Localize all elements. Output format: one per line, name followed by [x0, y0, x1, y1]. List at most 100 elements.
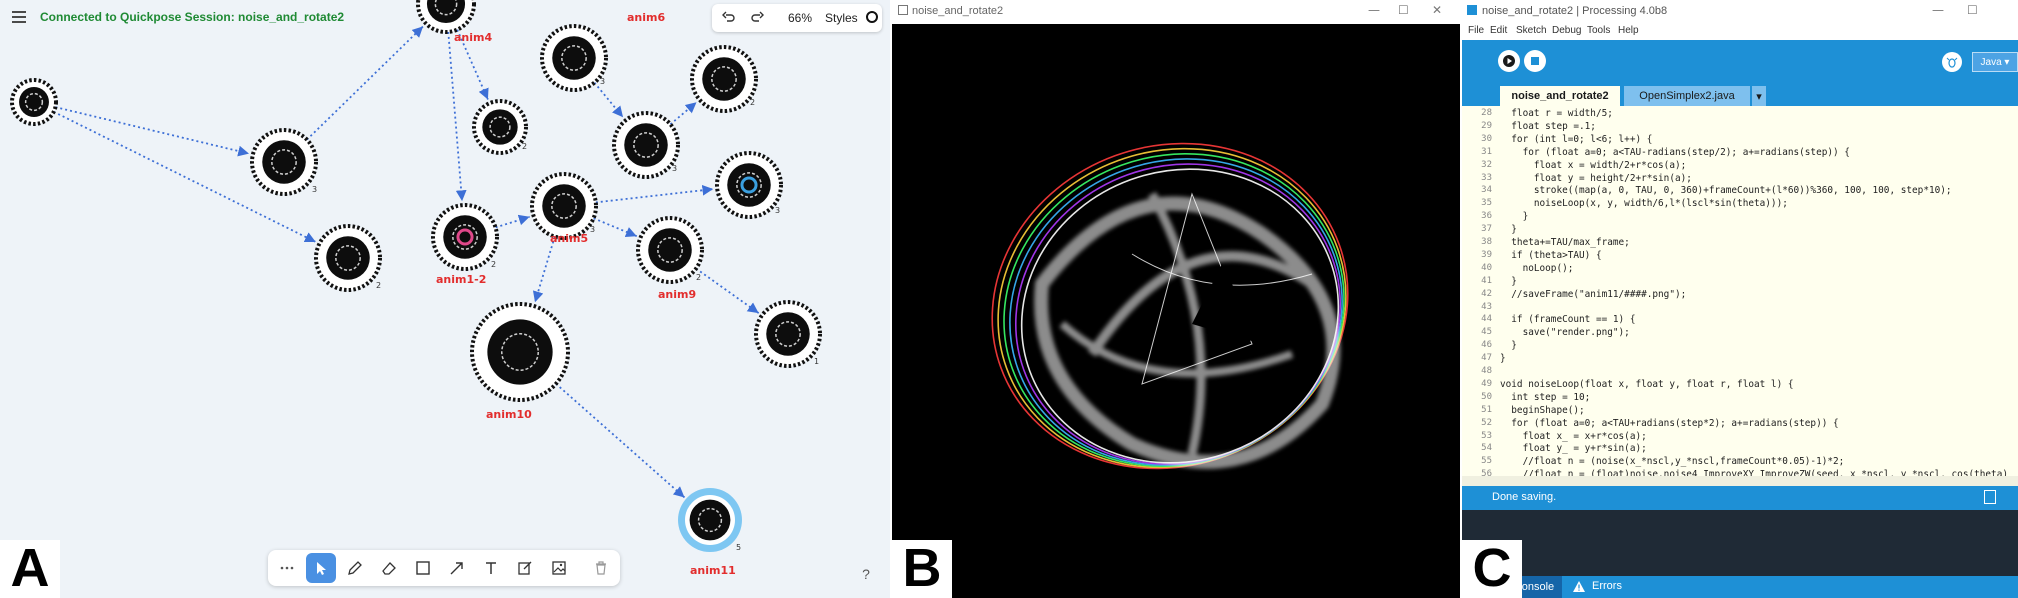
horizontal-scrollbar[interactable]	[1462, 476, 2018, 486]
code-line[interactable]: float y = height/2+r*sin(a);	[1500, 173, 1692, 184]
sketch-window-title: noise_and_rotate2	[912, 5, 1004, 17]
debugger-icon[interactable]	[1942, 52, 1962, 72]
code-line[interactable]: }	[1500, 276, 1517, 287]
code-line[interactable]: beginShape();	[1500, 405, 1584, 416]
code-line[interactable]: for (int l=0; l<6; l++) {	[1500, 134, 1652, 145]
graph-edge[interactable]	[532, 236, 556, 303]
version-node[interactable]	[10, 78, 58, 126]
undo-icon[interactable]	[722, 11, 736, 28]
arrow-icon[interactable]	[442, 553, 472, 583]
text-icon[interactable]	[476, 553, 506, 583]
graph-edge[interactable]	[669, 101, 698, 126]
version-node[interactable]	[416, 0, 476, 34]
zoom-level[interactable]: 66%	[788, 11, 812, 25]
graph-edge[interactable]	[55, 106, 250, 157]
mode-selector[interactable]: Java ▾	[1972, 52, 2018, 72]
version-node[interactable]	[431, 203, 499, 271]
version-node[interactable]	[715, 151, 783, 219]
trash-icon[interactable]	[586, 553, 616, 583]
node-count: 3	[600, 77, 605, 86]
menu-edit[interactable]: Edit	[1490, 25, 1507, 36]
rectangle-icon[interactable]	[408, 553, 438, 583]
code-area[interactable]: float r = width/5; float step =.1; for (…	[1462, 106, 2018, 480]
graph-edge[interactable]	[595, 184, 714, 204]
code-line[interactable]: save("render.png");	[1500, 327, 1630, 338]
code-line[interactable]: float y_ = y+r*sin(a);	[1500, 443, 1647, 454]
menu-tools[interactable]: Tools	[1587, 25, 1610, 36]
code-line[interactable]: theta+=TAU/max_frame;	[1500, 237, 1630, 248]
code-line[interactable]: }	[1500, 353, 1506, 364]
edit-note-icon[interactable]	[510, 553, 540, 583]
clipboard-icon[interactable]	[1984, 490, 1996, 504]
ide-maximize-icon[interactable]: ☐	[1967, 3, 1978, 17]
pencil-icon[interactable]	[340, 553, 370, 583]
code-line[interactable]: float step =.1;	[1500, 121, 1596, 132]
help-button[interactable]: ?	[856, 566, 876, 586]
code-line[interactable]: noLoop();	[1500, 263, 1574, 274]
image-icon[interactable]	[544, 553, 574, 583]
menu-file[interactable]: File	[1468, 25, 1484, 36]
code-line[interactable]: //float n = (noise(x_*nscl,y_*nscl,frame…	[1500, 456, 1845, 467]
menu-debug[interactable]: Debug	[1552, 25, 1581, 36]
eraser-icon[interactable]	[374, 553, 404, 583]
version-node[interactable]	[636, 216, 704, 284]
errors-tab[interactable]: Errors	[1592, 580, 1622, 592]
version-node[interactable]	[250, 128, 318, 196]
node-label: anim10	[486, 408, 532, 421]
stop-button[interactable]	[1524, 50, 1546, 72]
node-count: 2	[522, 142, 527, 151]
version-node[interactable]	[690, 45, 758, 113]
graph-edge[interactable]	[555, 383, 686, 499]
code-line[interactable]: void noiseLoop(float x, float y, float r…	[1500, 379, 1794, 390]
maximize-icon[interactable]: ☐	[1398, 3, 1409, 17]
minimize-icon[interactable]: —	[1368, 3, 1380, 17]
code-line[interactable]: }	[1500, 340, 1517, 351]
version-node[interactable]	[540, 24, 608, 92]
code-line[interactable]: if (theta>TAU) {	[1500, 250, 1601, 261]
graph-edge[interactable]	[695, 267, 760, 314]
quickpose-canvas-panel: 3 2 anim4 2 3 3 2 3 2 anim1-2 3 anim5 2 anim9 1 anim10 5…	[0, 0, 890, 598]
code-line[interactable]: }	[1500, 224, 1517, 235]
styles-button[interactable]: Styles	[825, 11, 858, 25]
menu-sketch[interactable]: Sketch	[1516, 25, 1547, 36]
version-node[interactable]	[472, 99, 528, 155]
run-button[interactable]	[1498, 50, 1520, 72]
code-line[interactable]: for (float a=0; a<TAU-radians(step/2); a…	[1500, 147, 1850, 158]
redo-icon[interactable]	[750, 11, 764, 28]
tab-noise-and-rotate2[interactable]: noise_and_rotate2	[1500, 86, 1620, 106]
version-node[interactable]	[470, 302, 570, 402]
close-icon[interactable]: ✕	[1432, 3, 1442, 17]
graph-edge[interactable]	[447, 31, 467, 202]
menu-help[interactable]: Help	[1618, 25, 1639, 36]
more-icon[interactable]	[272, 553, 302, 583]
version-node[interactable]	[612, 111, 680, 179]
console-tab-bar: Console Errors	[1462, 576, 2018, 598]
code-line[interactable]: float x = width/2+r*cos(a);	[1500, 160, 1686, 171]
version-graph: 32anim4233232anim1-23anim52anim91anim105…	[10, 0, 822, 577]
panel-label-b: B	[892, 540, 952, 598]
ide-minimize-icon[interactable]: —	[1932, 3, 1944, 17]
select-icon[interactable]	[306, 553, 336, 583]
code-line[interactable]: stroke((map(a, 0, TAU, 0, 360)+frameCoun…	[1500, 185, 1952, 196]
version-node[interactable]	[530, 172, 598, 240]
tab-opensimplex2[interactable]: OpenSimplex2.java	[1624, 86, 1750, 106]
code-line[interactable]: for (float a=0; a<TAU+radians(step*2); a…	[1500, 418, 1838, 429]
graph-edge[interactable]	[306, 25, 424, 141]
code-line[interactable]: float x_ = x+r*cos(a);	[1500, 431, 1647, 442]
menu-icon[interactable]	[12, 11, 26, 23]
version-node[interactable]	[678, 488, 742, 552]
code-line[interactable]: float r = width/5;	[1500, 108, 1613, 119]
style-circle-icon[interactable]	[866, 11, 878, 23]
code-line[interactable]: if (frameCount == 1) {	[1500, 314, 1635, 325]
code-line[interactable]: //saveFrame("anim11/####.png");	[1500, 289, 1686, 300]
tab-dropdown-icon[interactable]: ▾	[1752, 86, 1766, 106]
graph-edge[interactable]	[593, 82, 624, 118]
version-node[interactable]	[754, 300, 822, 368]
code-editor[interactable]: 28 29 30 31 32 33 34 35 36 37 38 39 40 41 42 43 44 45 46 47…	[1462, 106, 2018, 480]
code-line[interactable]: }	[1500, 211, 1529, 222]
code-line[interactable]: int step = 10;	[1500, 392, 1590, 403]
code-line[interactable]: noiseLoop(x, y, width/6,l*(lscl*sin(thet…	[1500, 198, 1788, 209]
graph-edge[interactable]	[593, 217, 638, 238]
version-node[interactable]	[314, 224, 382, 292]
graph-edge[interactable]	[495, 214, 530, 229]
